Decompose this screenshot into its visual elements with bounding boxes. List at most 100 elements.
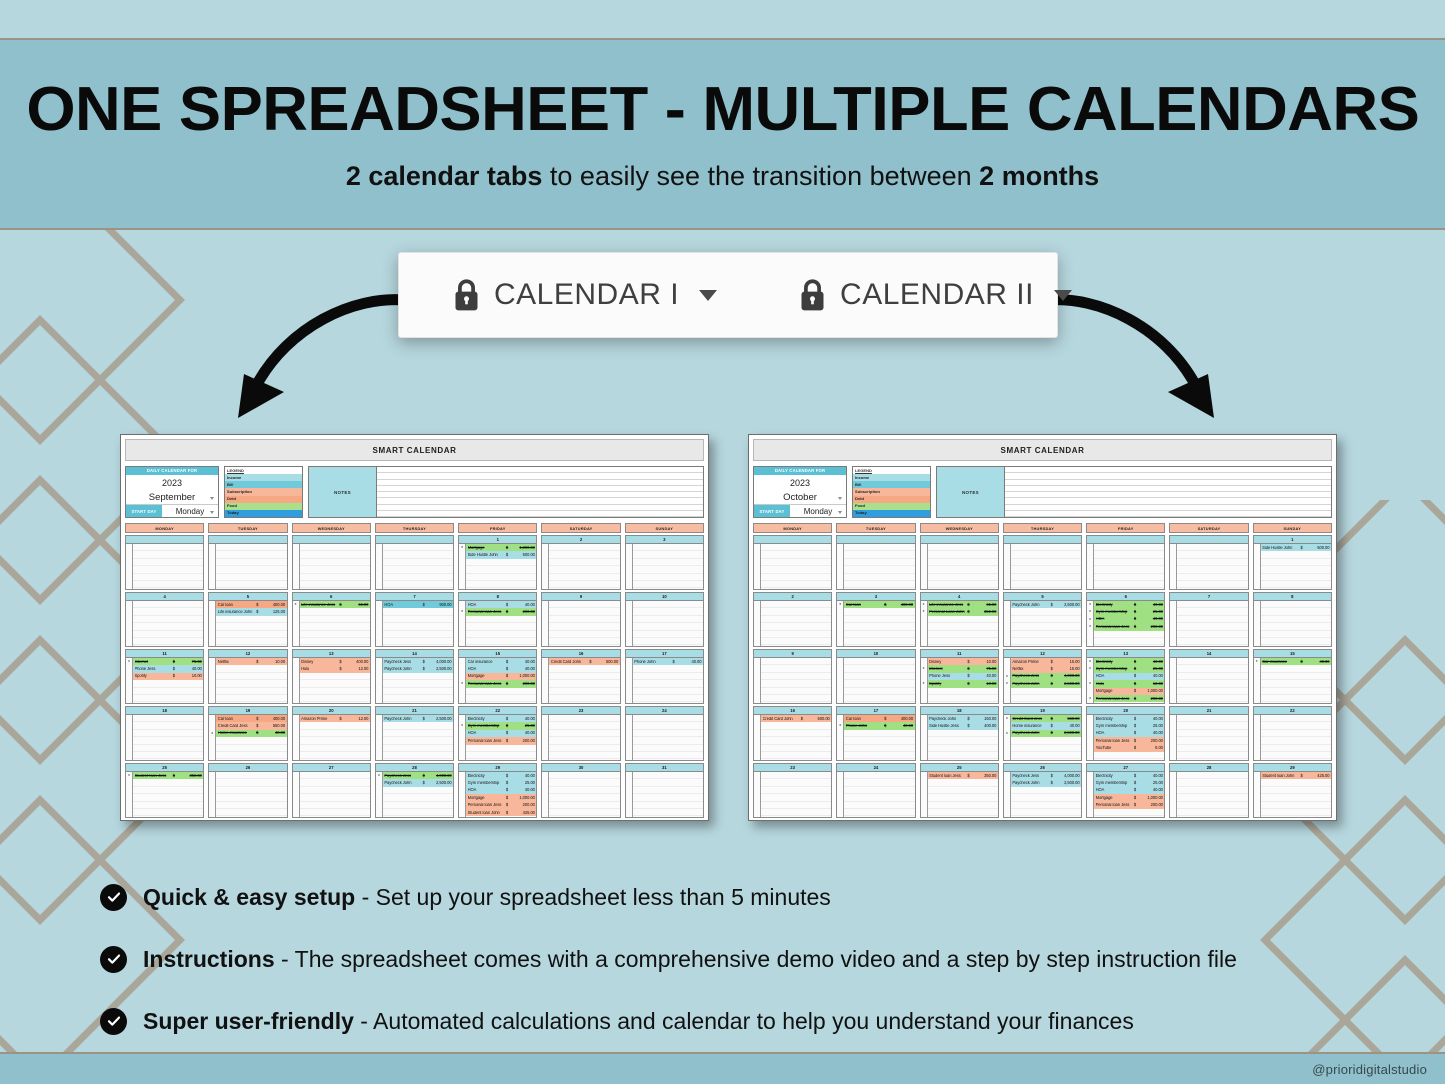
empty-row[interactable] xyxy=(549,673,620,681)
empty-row[interactable] xyxy=(844,608,915,616)
day-cell[interactable]: 27 xyxy=(291,763,371,818)
empty-row[interactable] xyxy=(549,551,620,559)
item-checkbox[interactable] xyxy=(1004,658,1010,665)
empty-row[interactable] xyxy=(299,581,370,589)
transaction-row[interactable]: Personal loan Jess $ 200.00 xyxy=(466,737,537,745)
empty-row[interactable] xyxy=(632,638,703,646)
transaction-row[interactable]: HOA $ 40.00 xyxy=(1094,729,1165,738)
chevron-down-icon[interactable] xyxy=(838,511,842,514)
empty-row[interactable] xyxy=(1260,730,1331,738)
item-checkbox[interactable] xyxy=(1254,772,1260,779)
empty-row[interactable] xyxy=(761,574,832,581)
empty-row[interactable] xyxy=(1177,730,1248,738)
empty-row[interactable] xyxy=(761,608,832,616)
empty-row[interactable] xyxy=(299,608,370,616)
empty-row[interactable] xyxy=(761,752,832,760)
day-cell[interactable]: 17 Phone John $ 40.00 xyxy=(624,649,704,704)
day-cell[interactable] xyxy=(125,535,205,590)
empty-row[interactable] xyxy=(1260,581,1331,589)
checkbox-column[interactable]: x xyxy=(209,715,217,760)
transaction-row[interactable]: Student loan Jess $ 350.00 xyxy=(927,772,998,780)
empty-row[interactable] xyxy=(299,802,370,809)
item-checkbox[interactable] xyxy=(1004,601,1010,608)
day-cell[interactable] xyxy=(919,535,999,590)
checkbox-column[interactable]: x xyxy=(459,601,467,646)
empty-row[interactable] xyxy=(632,809,703,817)
item-checkbox[interactable] xyxy=(1087,722,1093,729)
empty-row[interactable] xyxy=(844,616,915,624)
empty-row[interactable] xyxy=(761,616,832,624)
transaction-row[interactable]: Electricity $ 40.00 xyxy=(466,715,537,723)
transaction-row[interactable]: Personal loan Jess $ 200.00 xyxy=(466,801,537,809)
empty-row[interactable] xyxy=(216,737,287,745)
checkbox-column[interactable]: xx xyxy=(1004,658,1011,703)
item-checkbox[interactable] xyxy=(376,779,382,786)
transaction-row[interactable]: Electricity $ 40.00 xyxy=(1094,772,1165,780)
empty-row[interactable] xyxy=(927,688,998,695)
chevron-down-icon[interactable] xyxy=(838,497,842,500)
empty-row[interactable] xyxy=(466,745,537,752)
transaction-row[interactable]: Gym membership $ 25.00 xyxy=(1094,779,1165,787)
empty-row[interactable] xyxy=(216,745,287,752)
empty-row[interactable] xyxy=(549,787,620,795)
empty-row[interactable] xyxy=(133,544,204,552)
checkbox-column[interactable] xyxy=(209,601,217,646)
empty-row[interactable] xyxy=(761,551,832,559)
empty-row[interactable] xyxy=(216,809,287,817)
checkbox-column[interactable] xyxy=(754,601,761,646)
item-checkbox[interactable] xyxy=(126,665,132,672)
empty-row[interactable] xyxy=(927,551,998,559)
checkbox-column[interactable] xyxy=(1254,715,1261,760)
day-cell[interactable]: 19 x Car loan $ 400.00 Credit Card Jess $… xyxy=(208,706,288,761)
empty-row[interactable] xyxy=(133,802,204,809)
empty-row[interactable] xyxy=(1260,566,1331,574)
checkbox-column[interactable] xyxy=(837,544,845,589)
day-cell[interactable]: 30 xyxy=(541,763,621,818)
empty-row[interactable] xyxy=(1010,574,1082,581)
transaction-row[interactable]: Student loan John $ 425.00 xyxy=(466,808,537,817)
empty-row[interactable] xyxy=(466,631,537,638)
empty-row[interactable] xyxy=(299,559,370,567)
empty-row[interactable] xyxy=(216,695,287,703)
empty-row[interactable] xyxy=(632,794,703,802)
empty-row[interactable] xyxy=(133,730,204,738)
transaction-row[interactable]: Life insurance John $ 125.00 xyxy=(216,608,287,616)
empty-row[interactable] xyxy=(844,574,915,581)
empty-row[interactable] xyxy=(632,601,703,609)
empty-row[interactable] xyxy=(299,787,370,795)
month-value[interactable]: September xyxy=(126,490,218,504)
empty-row[interactable] xyxy=(299,688,370,695)
day-cell[interactable]: 26 xyxy=(208,763,288,818)
chevron-down-icon[interactable] xyxy=(699,289,718,301)
empty-row[interactable] xyxy=(632,551,703,559)
empty-row[interactable] xyxy=(1094,551,1165,559)
day-cell[interactable]: 17 x Car loan $ 400.00 Phone John $ 40.00 xyxy=(836,706,916,761)
empty-row[interactable] xyxy=(382,623,454,631)
transaction-row[interactable]: Credit Card John $ 500.00 xyxy=(549,658,620,666)
empty-row[interactable] xyxy=(133,574,204,581)
day-cell[interactable]: 15 x Car insurance $ 40.00 HOA $ 40.00 Mo… xyxy=(458,649,538,704)
item-checkbox[interactable] xyxy=(209,715,215,722)
empty-row[interactable] xyxy=(466,559,537,567)
day-cell[interactable]: 1x Mortgage $ 1,000.00 Side Hustle John … xyxy=(458,535,538,590)
empty-row[interactable] xyxy=(1010,745,1082,752)
item-checkbox[interactable]: x xyxy=(209,730,215,737)
item-checkbox[interactable] xyxy=(1087,787,1093,794)
day-cell[interactable]: 28 x Paycheck Jess $ 4,000.00 Paycheck Jo… xyxy=(374,763,455,818)
item-checkbox[interactable] xyxy=(209,658,215,665)
empty-row[interactable] xyxy=(1260,745,1331,752)
empty-row[interactable] xyxy=(1177,779,1248,787)
item-checkbox[interactable]: x xyxy=(1087,601,1093,608)
empty-row[interactable] xyxy=(761,680,832,688)
transaction-row[interactable]: Hulu $ 12.00 xyxy=(299,665,370,673)
item-checkbox[interactable] xyxy=(921,772,927,779)
empty-row[interactable] xyxy=(1010,695,1082,703)
transaction-row[interactable]: Paycheck Jess $ 4,000.00 xyxy=(1010,672,1082,681)
empty-row[interactable] xyxy=(216,673,287,681)
empty-row[interactable] xyxy=(761,802,832,809)
empty-row[interactable] xyxy=(844,737,915,745)
empty-row[interactable] xyxy=(133,616,204,624)
empty-row[interactable] xyxy=(632,574,703,581)
empty-row[interactable] xyxy=(549,745,620,752)
day-cell[interactable]: 12 Netflix $ 10.00 xyxy=(208,649,288,704)
